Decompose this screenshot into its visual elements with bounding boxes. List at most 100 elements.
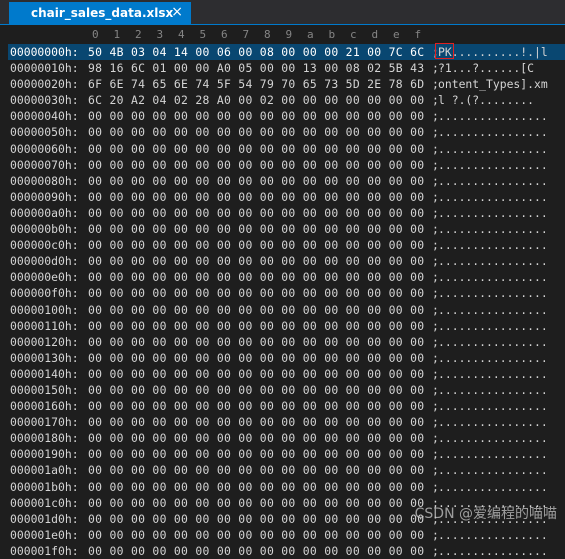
- row-ascii[interactable]: ................: [438, 237, 548, 253]
- hex-row[interactable]: 00000100h: 00 00 00 00 00 00 00 00 00 00 …: [8, 302, 565, 318]
- row-ascii[interactable]: ?1...?......[C: [438, 60, 534, 76]
- hex-row[interactable]: 00000170h: 00 00 00 00 00 00 00 00 00 00 …: [8, 414, 565, 430]
- row-bytes[interactable]: 00 00 00 00 00 00 00 00 00 00 00 00 00 0…: [88, 237, 424, 253]
- row-ascii[interactable]: ................: [438, 462, 548, 478]
- row-bytes[interactable]: 00 00 00 00 00 00 00 00 00 00 00 00 00 0…: [88, 543, 424, 559]
- row-ascii[interactable]: ................: [438, 108, 548, 124]
- row-ascii[interactable]: ................: [438, 366, 548, 382]
- row-ascii[interactable]: ................: [438, 302, 548, 318]
- hex-row[interactable]: 00000020h: 6F 6E 74 65 6E 74 5F 54 79 70 …: [8, 76, 565, 92]
- hex-row[interactable]: 00000140h: 00 00 00 00 00 00 00 00 00 00 …: [8, 366, 565, 382]
- row-bytes[interactable]: 00 00 00 00 00 00 00 00 00 00 00 00 00 0…: [88, 124, 424, 140]
- hex-row[interactable]: 000000f0h: 00 00 00 00 00 00 00 00 00 00 …: [8, 285, 565, 301]
- file-tab[interactable]: chair_sales_data.xlsx ×: [9, 2, 191, 24]
- row-address: 00000040h:: [10, 109, 79, 124]
- row-ascii[interactable]: ................: [438, 350, 548, 366]
- row-ascii[interactable]: ................: [438, 414, 548, 430]
- hex-row[interactable]: 00000110h: 00 00 00 00 00 00 00 00 00 00 …: [8, 318, 565, 334]
- hex-row[interactable]: 000001f0h: 00 00 00 00 00 00 00 00 00 00 …: [8, 543, 565, 559]
- row-bytes[interactable]: 00 00 00 00 00 00 00 00 00 00 00 00 00 0…: [88, 157, 424, 173]
- hex-row[interactable]: 000000c0h: 00 00 00 00 00 00 00 00 00 00 …: [8, 237, 565, 253]
- hex-row[interactable]: 00000080h: 00 00 00 00 00 00 00 00 00 00 …: [8, 173, 565, 189]
- hex-row[interactable]: 00000160h: 00 00 00 00 00 00 00 00 00 00 …: [8, 398, 565, 414]
- hex-row[interactable]: 00000150h: 00 00 00 00 00 00 00 00 00 00 …: [8, 382, 565, 398]
- row-ascii[interactable]: ................: [438, 253, 548, 269]
- row-bytes[interactable]: 00 00 00 00 00 00 00 00 00 00 00 00 00 0…: [88, 269, 424, 285]
- row-bytes[interactable]: 6F 6E 74 65 6E 74 5F 54 79 70 65 73 5D 2…: [88, 76, 424, 92]
- row-bytes[interactable]: 00 00 00 00 00 00 00 00 00 00 00 00 00 0…: [88, 446, 424, 462]
- row-bytes[interactable]: 00 00 00 00 00 00 00 00 00 00 00 00 00 0…: [88, 205, 424, 221]
- row-bytes[interactable]: 00 00 00 00 00 00 00 00 00 00 00 00 00 0…: [88, 141, 424, 157]
- row-ascii[interactable]: PK..........!.|l: [438, 44, 548, 60]
- row-bytes[interactable]: 00 00 00 00 00 00 00 00 00 00 00 00 00 0…: [88, 285, 424, 301]
- row-ascii[interactable]: ................: [438, 189, 548, 205]
- row-bytes[interactable]: 00 00 00 00 00 00 00 00 00 00 00 00 00 0…: [88, 430, 424, 446]
- hex-row[interactable]: 000001b0h: 00 00 00 00 00 00 00 00 00 00 …: [8, 479, 565, 495]
- hex-row[interactable]: 00000050h: 00 00 00 00 00 00 00 00 00 00 …: [8, 124, 565, 140]
- row-ascii[interactable]: ................: [438, 318, 548, 334]
- row-bytes[interactable]: 00 00 00 00 00 00 00 00 00 00 00 00 00 0…: [88, 382, 424, 398]
- hex-row[interactable]: 00000040h: 00 00 00 00 00 00 00 00 00 00 …: [8, 108, 565, 124]
- row-bytes[interactable]: 00 00 00 00 00 00 00 00 00 00 00 00 00 0…: [88, 334, 424, 350]
- hex-row[interactable]: 00000010h: 98 16 6C 01 00 00 A0 05 00 00 …: [8, 60, 565, 76]
- hex-row[interactable]: 000000e0h: 00 00 00 00 00 00 00 00 00 00 …: [8, 269, 565, 285]
- row-bytes[interactable]: 00 00 00 00 00 00 00 00 00 00 00 00 00 0…: [88, 350, 424, 366]
- hex-row[interactable]: 00000070h: 00 00 00 00 00 00 00 00 00 00 …: [8, 157, 565, 173]
- row-ascii[interactable]: l ?.(?........: [438, 92, 534, 108]
- row-ascii[interactable]: ................: [438, 157, 548, 173]
- hex-row[interactable]: 000000d0h: 00 00 00 00 00 00 00 00 00 00 …: [8, 253, 565, 269]
- row-ascii[interactable]: ................: [438, 141, 548, 157]
- row-bytes[interactable]: 6C 20 A2 04 02 28 A0 00 02 00 00 00 00 0…: [88, 92, 424, 108]
- close-icon[interactable]: ×: [171, 4, 183, 20]
- hex-row[interactable]: 00000030h: 6C 20 A2 04 02 28 A0 00 02 00 …: [8, 92, 565, 108]
- row-ascii[interactable]: ................: [438, 285, 548, 301]
- row-bytes[interactable]: 98 16 6C 01 00 00 A0 05 00 00 13 00 08 0…: [88, 60, 424, 76]
- row-ascii[interactable]: ................: [438, 221, 548, 237]
- row-ascii[interactable]: ................: [438, 173, 548, 189]
- row-ascii[interactable]: ................: [438, 124, 548, 140]
- row-ascii[interactable]: ................: [438, 527, 548, 543]
- hex-row[interactable]: 000001e0h: 00 00 00 00 00 00 00 00 00 00 …: [8, 527, 565, 543]
- hex-row[interactable]: 00000120h: 00 00 00 00 00 00 00 00 00 00 …: [8, 334, 565, 350]
- hex-row[interactable]: 00000180h: 00 00 00 00 00 00 00 00 00 00 …: [8, 430, 565, 446]
- row-address: 00000130h:: [10, 350, 79, 365]
- hex-row[interactable]: 00000060h: 00 00 00 00 00 00 00 00 00 00 …: [8, 141, 565, 157]
- row-bytes[interactable]: 00 00 00 00 00 00 00 00 00 00 00 00 00 0…: [88, 108, 424, 124]
- hex-row[interactable]: 000001a0h: 00 00 00 00 00 00 00 00 00 00 …: [8, 462, 565, 478]
- tab-bar: chair_sales_data.xlsx ×: [0, 0, 565, 25]
- row-bytes[interactable]: 00 00 00 00 00 00 00 00 00 00 00 00 00 0…: [88, 398, 424, 414]
- row-bytes[interactable]: 50 4B 03 04 14 00 06 00 08 00 00 00 21 0…: [88, 44, 424, 60]
- row-bytes[interactable]: 00 00 00 00 00 00 00 00 00 00 00 00 00 0…: [88, 302, 424, 318]
- row-bytes[interactable]: 00 00 00 00 00 00 00 00 00 00 00 00 00 0…: [88, 495, 424, 511]
- row-bytes[interactable]: 00 00 00 00 00 00 00 00 00 00 00 00 00 0…: [88, 511, 424, 527]
- row-bytes[interactable]: 00 00 00 00 00 00 00 00 00 00 00 00 00 0…: [88, 527, 424, 543]
- hex-row[interactable]: 00000090h: 00 00 00 00 00 00 00 00 00 00 …: [8, 189, 565, 205]
- row-ascii[interactable]: ................: [438, 398, 548, 414]
- hex-row[interactable]: 00000000h: 50 4B 03 04 14 00 06 00 08 00 …: [8, 43, 565, 61]
- hex-row[interactable]: 000000a0h: 00 00 00 00 00 00 00 00 00 00 …: [8, 205, 565, 221]
- row-bytes[interactable]: 00 00 00 00 00 00 00 00 00 00 00 00 00 0…: [88, 318, 424, 334]
- row-bytes[interactable]: 00 00 00 00 00 00 00 00 00 00 00 00 00 0…: [88, 221, 424, 237]
- row-bytes[interactable]: 00 00 00 00 00 00 00 00 00 00 00 00 00 0…: [88, 462, 424, 478]
- row-address: 000000f0h:: [10, 286, 79, 301]
- row-ascii[interactable]: ontent_Types].xm: [438, 76, 548, 92]
- row-bytes[interactable]: 00 00 00 00 00 00 00 00 00 00 00 00 00 0…: [88, 189, 424, 205]
- row-ascii[interactable]: ................: [438, 334, 548, 350]
- row-ascii[interactable]: ................: [438, 479, 548, 495]
- row-ascii[interactable]: ................: [438, 430, 548, 446]
- row-address: 000000b0h:: [10, 222, 79, 237]
- row-bytes[interactable]: 00 00 00 00 00 00 00 00 00 00 00 00 00 0…: [88, 414, 424, 430]
- row-ascii[interactable]: ................: [438, 269, 548, 285]
- row-ascii[interactable]: ................: [438, 446, 548, 462]
- hex-row[interactable]: 000000b0h: 00 00 00 00 00 00 00 00 00 00 …: [8, 221, 565, 237]
- row-ascii[interactable]: ................: [438, 205, 548, 221]
- row-bytes[interactable]: 00 00 00 00 00 00 00 00 00 00 00 00 00 0…: [88, 366, 424, 382]
- row-bytes[interactable]: 00 00 00 00 00 00 00 00 00 00 00 00 00 0…: [88, 479, 424, 495]
- row-bytes[interactable]: 00 00 00 00 00 00 00 00 00 00 00 00 00 0…: [88, 253, 424, 269]
- row-ascii[interactable]: ................: [438, 382, 548, 398]
- row-bytes[interactable]: 00 00 00 00 00 00 00 00 00 00 00 00 00 0…: [88, 173, 424, 189]
- row-ascii[interactable]: ................: [438, 543, 548, 559]
- hex-row[interactable]: 00000130h: 00 00 00 00 00 00 00 00 00 00 …: [8, 350, 565, 366]
- hex-grid[interactable]: 00000000h: 50 4B 03 04 14 00 06 00 08 00 …: [8, 43, 565, 559]
- hex-row[interactable]: 00000190h: 00 00 00 00 00 00 00 00 00 00 …: [8, 446, 565, 462]
